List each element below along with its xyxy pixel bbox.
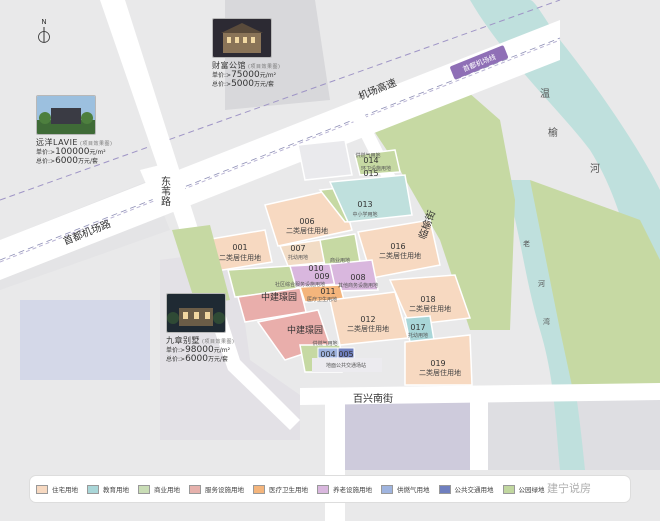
parcel-014-use: 供燃气用地: [355, 152, 380, 159]
parcel-004-use: 供燃气用地: [312, 340, 337, 347]
road-label-dongwei: 东苇路: [159, 175, 171, 207]
parcel-016-use: 二类居住用地: [379, 251, 421, 260]
parcel-010-use: 商业用地: [330, 257, 350, 264]
parcel-001-id: 001: [232, 243, 247, 252]
parcel-004-id: 004: [320, 350, 335, 359]
parcel-009-id: 009: [314, 272, 329, 281]
watermark: 建宁说房: [547, 482, 591, 495]
legend-item-medical: 医疗卫生用地: [253, 484, 308, 494]
river-label-1: 温: [540, 88, 550, 100]
old-river-label-1: 老: [523, 239, 530, 248]
parcel-001-use: 二类居住用地: [219, 253, 261, 262]
parcel-008-use: 其他商务设施用地: [338, 282, 378, 289]
parcel-012-use: 二类居住用地: [347, 324, 389, 333]
parcel-012-id: 012: [360, 315, 375, 324]
parcel-015-use: 环卫设施用地: [361, 165, 391, 172]
legend-item-commercial: 商业用地: [138, 484, 180, 494]
parcel-013-id: 013: [357, 200, 372, 209]
compass-icon: [38, 27, 50, 43]
block-lavender-west: [20, 300, 150, 380]
project-photo-lavie: [36, 95, 96, 135]
project-photo-jiuzhang: [166, 293, 226, 333]
parcel-006-id: 006: [299, 217, 314, 226]
parcel-013-use: 中小学用地: [352, 211, 377, 218]
parcel-005-use: 地面公共交通场站: [326, 362, 366, 369]
legend-item-elderly: 养老设施用地: [317, 484, 372, 494]
compass-north-label: N: [41, 18, 47, 26]
project-total-caifu: 总价:>5000万元/套: [212, 79, 274, 89]
parcel-017-id: 017: [410, 323, 425, 332]
river-label-2: 榆: [548, 126, 558, 139]
land-use-map: 001 二类居住用地 006 二类居住用地 007 托幼用地 008 其他商务设…: [0, 0, 660, 521]
parcel-007-id: 007: [290, 244, 305, 253]
parcel-008-id: 008: [350, 273, 365, 282]
legend-item-education: 教育用地: [87, 484, 129, 494]
project-total-lavie: 总价:>6000万元/套: [36, 156, 98, 166]
old-river-label-2: 河: [538, 280, 545, 288]
project-card-lavie[interactable]: 远洋LAVIE (项目效果图) 单价:>100000元/m² 总价:>6000万元…: [36, 95, 112, 166]
parcel-010-id: 010: [308, 264, 323, 273]
project-card-caifu[interactable]: 财富公馆 (项目效果图) 单价:>75000元/m² 总价:>5000万元/套: [212, 18, 280, 89]
legend-item-transit: 公共交通用地: [438, 484, 494, 494]
svg-text:东苇路: 东苇路: [159, 175, 171, 207]
legend-item-gas: 供燃气用地: [381, 484, 430, 494]
parcel-009-use: 社区综合服务设施用地: [275, 281, 325, 288]
legend-item-service: 服务设施用地: [189, 484, 244, 494]
block-purple-south: [330, 398, 480, 470]
project-total-jiuzhang: 总价:>6000万元/套: [166, 354, 228, 364]
old-river-label-3: 湾: [543, 317, 550, 326]
river-label-3: 河: [590, 163, 600, 175]
map-legend: 住宅用地 教育用地 商业用地 服务设施用地 医疗卫生用地 养老设施用地 供燃气用…: [30, 476, 630, 502]
parcel-018-id: 018: [420, 295, 435, 304]
legend-item-residential: 住宅用地: [36, 484, 78, 494]
parcel-019-id: 019: [430, 359, 445, 368]
project-photo-caifu: [212, 18, 272, 58]
zhongjian-upper-label: 中建璟园: [261, 291, 297, 303]
compass: N: [37, 18, 51, 48]
road-label-baixing: 百兴南街: [353, 392, 393, 405]
map-canvas: { "compass": { "label": "N" }, "roads": …: [0, 0, 660, 521]
parcel-007-use: 托幼用地: [288, 254, 308, 261]
parcel-011-use: 医疗卫生用地: [307, 296, 337, 303]
parcel-017-use: 托幼用地: [408, 332, 428, 339]
parcel-019-use: 二类居住用地: [419, 368, 461, 377]
zhongjian-lower-label: 中建璟园: [287, 324, 323, 336]
legend-item-park: 公园绿地: [502, 484, 545, 494]
parcel-016-id: 016: [390, 242, 405, 251]
parcel-006-use: 二类居住用地: [286, 226, 328, 235]
project-card-jiuzhang[interactable]: 九章别墅 (项目效果图) 单价:>98000元/m² 总价:>6000万元/套: [166, 293, 234, 364]
parcel-005-id: 005: [338, 350, 353, 359]
parcel-011-id: 011: [320, 287, 335, 296]
parcel-018-use: 二类居住用地: [409, 304, 451, 313]
